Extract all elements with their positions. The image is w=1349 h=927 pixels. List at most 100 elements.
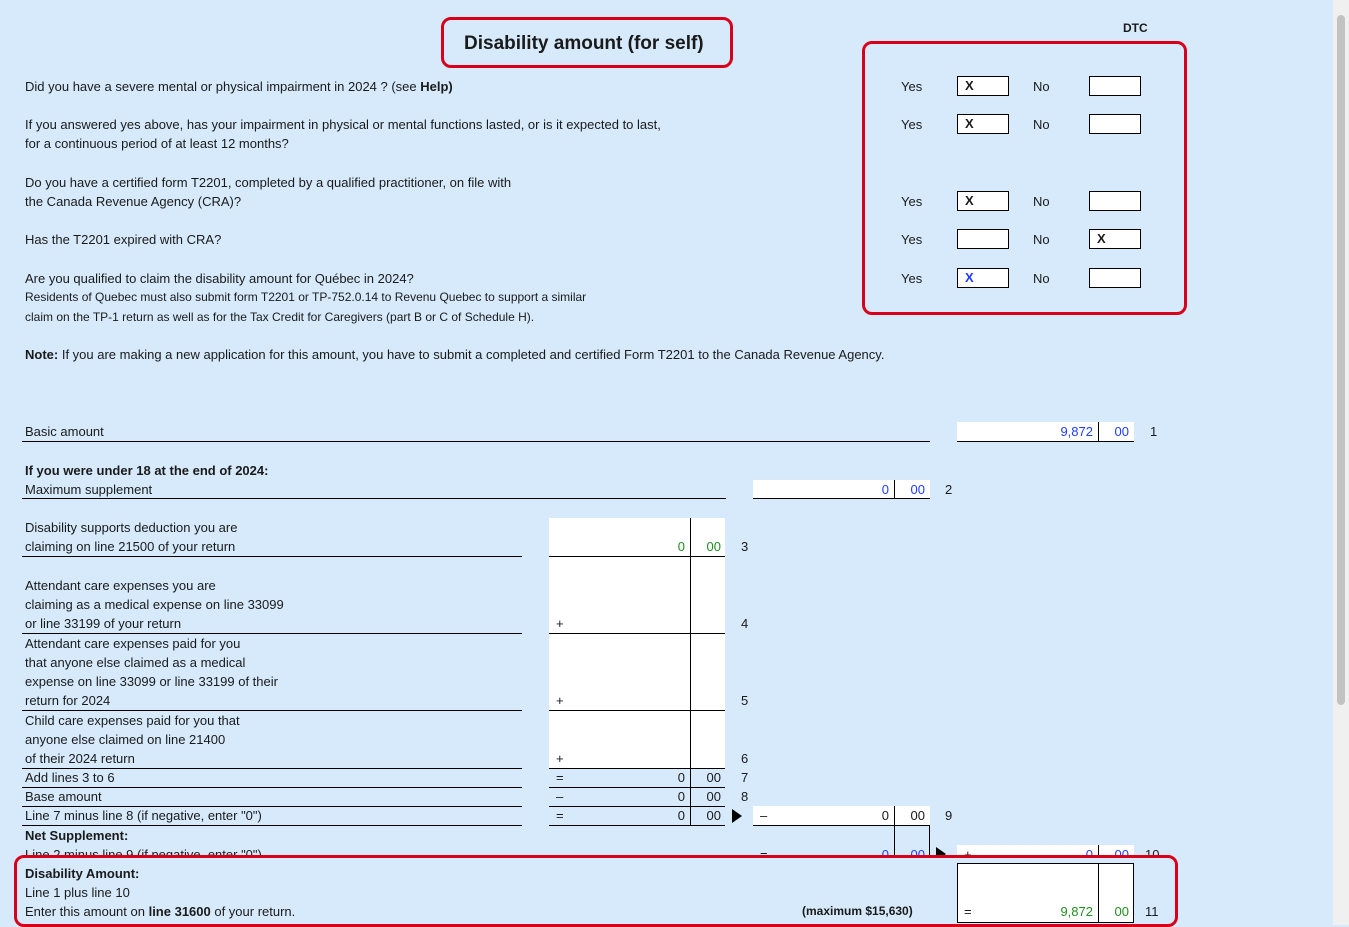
q5-no-label: No	[1033, 271, 1050, 286]
note: Note: If you are making a new applicatio…	[25, 347, 885, 362]
question-t2201-line1: Do you have a certified form T2201, comp…	[25, 175, 512, 190]
line9-dollars: 0	[677, 808, 685, 823]
line8-label: Base amount	[25, 789, 102, 804]
q1-yes-label: Yes	[901, 79, 923, 94]
line4-label1: Attendant care expenses you are	[25, 578, 216, 593]
line3-cents[interactable]: 00	[694, 537, 721, 556]
line9-arrow-icon	[732, 809, 742, 823]
line5-operator: +	[556, 693, 564, 708]
page-title: Disability amount (for self)	[464, 33, 704, 54]
q1-no-label: No	[1033, 79, 1050, 94]
q4-no-checkbox[interactable]: X	[1089, 229, 1141, 249]
line3-underline	[22, 556, 522, 557]
line6-label2: anyone else claimed on line 21400	[25, 732, 226, 747]
line4-label2: claiming as a medical expense on line 33…	[25, 597, 284, 612]
line11-cents: 00	[1114, 904, 1129, 919]
line-number-2: 2	[945, 482, 953, 497]
q3-yes-checkbox[interactable]: X	[957, 191, 1009, 211]
question-12-months-line1: If you answered yes above, has your impa…	[25, 117, 661, 132]
q2-no-checkbox[interactable]	[1089, 114, 1141, 134]
line6-operator: +	[556, 751, 564, 766]
line-number-1: 1	[1150, 424, 1158, 439]
q1-no-checkbox[interactable]	[1089, 76, 1141, 96]
line9-field-underline	[549, 825, 725, 826]
net-supplement-heading: Net Supplement:	[25, 828, 129, 843]
line-number-3: 3	[741, 539, 749, 554]
line7-dollars: 0	[677, 770, 685, 785]
question-quebec-line3: claim on the TP-1 return as well as for …	[25, 310, 535, 324]
line4-field-underline	[549, 633, 725, 634]
line7-operator: =	[556, 770, 564, 785]
question-severe-impairment: Did you have a severe mental or physical…	[25, 79, 453, 94]
q4-yes-checkbox[interactable]	[957, 229, 1009, 249]
disability-amount-heading: Disability Amount:	[25, 866, 140, 881]
line-number-8: 8	[741, 789, 749, 804]
line-number-6: 6	[741, 751, 749, 766]
line9-dollars2: 0	[881, 808, 889, 823]
q5-no-checkbox[interactable]	[1089, 268, 1141, 288]
line3-label1: Disability supports deduction you are	[25, 520, 238, 535]
q4-no-label: No	[1033, 232, 1050, 247]
line9-right-underline	[753, 825, 930, 826]
line5-label2: that anyone else claimed as a medical	[25, 655, 246, 670]
line8-cents: 00	[706, 789, 721, 804]
line5-label4: return for 2024	[25, 693, 111, 708]
basic-amount-sep	[1098, 422, 1099, 441]
question-quebec-line1: Are you qualified to claim the disabilit…	[25, 271, 414, 286]
basic-amount-underline	[22, 441, 930, 442]
form-code: DTC	[1123, 21, 1148, 35]
q5-yes-label: Yes	[901, 271, 923, 286]
line8-operator: –	[556, 789, 564, 804]
basic-amount-label: Basic amount	[25, 424, 104, 439]
line-number-9: 9	[945, 808, 953, 823]
q5-yes-checkbox[interactable]: X	[957, 268, 1009, 288]
basic-amount-cents: 00	[1114, 424, 1129, 439]
q3-no-checkbox[interactable]	[1089, 191, 1141, 211]
line9-label: Line 7 minus line 8 (if negative, enter …	[25, 808, 262, 823]
q2-no-label: No	[1033, 117, 1050, 132]
question-t2201-line2: the Canada Revenue Agency (CRA)?	[25, 194, 242, 209]
line-number-4: 4	[741, 616, 749, 631]
line5-field-underline	[549, 710, 725, 711]
line-number-5: 5	[741, 693, 749, 708]
line11-sep	[1098, 863, 1099, 923]
line3-field-underline	[549, 556, 725, 557]
line6-label3: of their 2024 return	[25, 751, 135, 766]
max-supplement-label: Maximum supplement	[25, 482, 153, 497]
max-supplement-sep	[894, 480, 895, 499]
question-12-months-line2: for a continuous period of at least 12 m…	[25, 136, 289, 151]
line6-label1: Child care expenses paid for you that	[25, 713, 240, 728]
scrollbar-thumb[interactable]	[1337, 15, 1345, 705]
line11-label1: Line 1 plus line 10	[25, 885, 130, 900]
max-supplement-field-underline	[753, 498, 930, 499]
question-quebec-line2: Residents of Quebec must also submit for…	[25, 290, 587, 304]
under18-heading: If you were under 18 at the end of 2024:	[25, 463, 269, 478]
line4-operator: +	[556, 616, 564, 631]
q2-yes-label: Yes	[901, 117, 923, 132]
line7-label: Add lines 3 to 6	[25, 770, 115, 785]
q3-yes-label: Yes	[901, 194, 923, 209]
line3-label2: claiming on line 21500 of your return	[25, 539, 236, 554]
basic-amount-dollars: 9,872	[1060, 424, 1093, 439]
max-supplement-underline	[22, 498, 726, 499]
line-number-11: 11	[1145, 904, 1159, 919]
line4-label3: or line 33199 of your return	[25, 616, 182, 631]
line9-cents2: 00	[910, 808, 925, 823]
line-number-7: 7	[741, 770, 749, 785]
basic-amount-field-underline	[957, 441, 1134, 442]
line11-maximum-note: (maximum $15,630)	[802, 904, 913, 918]
line9-operator2: –	[760, 808, 768, 823]
line11-operator: =	[964, 904, 972, 919]
q2-yes-checkbox[interactable]: X	[957, 114, 1009, 134]
line5-label3: expense on line 33099 or line 33199 of t…	[25, 674, 278, 689]
q4-yes-label: Yes	[901, 232, 923, 247]
line9-operator: =	[556, 808, 564, 823]
line11-label2: Enter this amount on line 31600 of your …	[25, 904, 296, 919]
max-supplement-cents: 00	[910, 482, 925, 497]
line8-dollars: 0	[677, 789, 685, 804]
question-t2201-expired: Has the T2201 expired with CRA?	[25, 232, 222, 247]
line9-cents: 00	[706, 808, 721, 823]
q3-no-label: No	[1033, 194, 1050, 209]
line3-dollars[interactable]: 0	[590, 537, 685, 556]
q1-yes-checkbox[interactable]: X	[957, 76, 1009, 96]
